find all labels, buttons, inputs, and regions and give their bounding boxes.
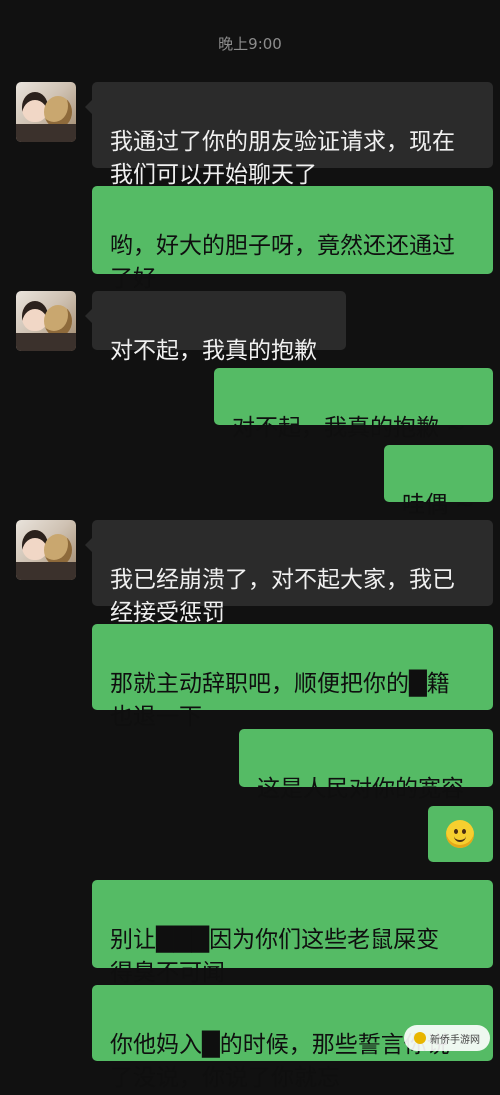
watermark-label: 新侨手游网 [430,1034,480,1046]
avatar-shirt [16,124,76,142]
message-text: 我通过了你的朋友验证请求，现在 我们可以开始聊天了 [110,129,455,188]
received-message-bubble[interactable]: 对不起，我真的抱歉 [85,291,346,364]
message-text: 对不起，我真的抱歉 [110,338,317,364]
sent-message-bubble[interactable]: 哟，好大的胆子呀，竟然还还通过 了好 [92,186,493,292]
sent-message-bubble[interactable]: 这是人民对你的宽容 [239,729,493,802]
sent-message-bubble[interactable]: 那就主动辞职吧，顺便把你的█籍 也退一下 [92,624,493,730]
source-watermark: 新侨手游网 [404,1025,490,1051]
avatar-shirt [16,333,76,351]
message-text: 这是人民对你的宽容 [257,776,464,802]
received-message-bubble[interactable]: 我通过了你的朋友验证请求，现在 我们可以开始聊天了 [85,82,493,188]
smile-emoji-icon [446,820,474,848]
game-logo-icon [414,1032,426,1044]
message-text: 别让███因为你们这些老鼠屎变 得臭不可闻 [110,927,440,986]
emoji-mouth [454,834,466,842]
message-text: 你他妈入█的时候，那些誓言你说 了没说，你说了你就忘 [110,1032,450,1091]
contact-avatar[interactable] [16,82,76,142]
avatar-shirt [16,562,76,580]
message-text: 那就主动辞职吧，顺便把你的█籍 也退一下 [110,671,450,730]
contact-avatar[interactable] [16,520,76,580]
contact-avatar[interactable] [16,291,76,351]
message-text: 哇偶 ~ [402,492,475,518]
received-message-bubble[interactable]: 我已经崩溃了，对不起大家，我已 经接受惩罚 [85,520,493,626]
message-text: 哟，好大的胆子呀，竟然还还通过 了好 [110,233,455,292]
sent-emoji-bubble[interactable] [428,806,493,862]
chat-timestamp: 晚上9:00 [218,35,282,53]
message-text: 对不起，我真的抱歉 ~ [232,415,466,441]
sent-message-bubble[interactable]: 对不起，我真的抱歉 ~ [214,368,493,441]
sent-message-bubble[interactable]: 哇偶 ~ [384,445,493,518]
message-text: 我已经崩溃了，对不起大家，我已 经接受惩罚 [110,567,455,626]
sent-message-bubble[interactable]: 别让███因为你们这些老鼠屎变 得臭不可闻 [92,880,493,986]
